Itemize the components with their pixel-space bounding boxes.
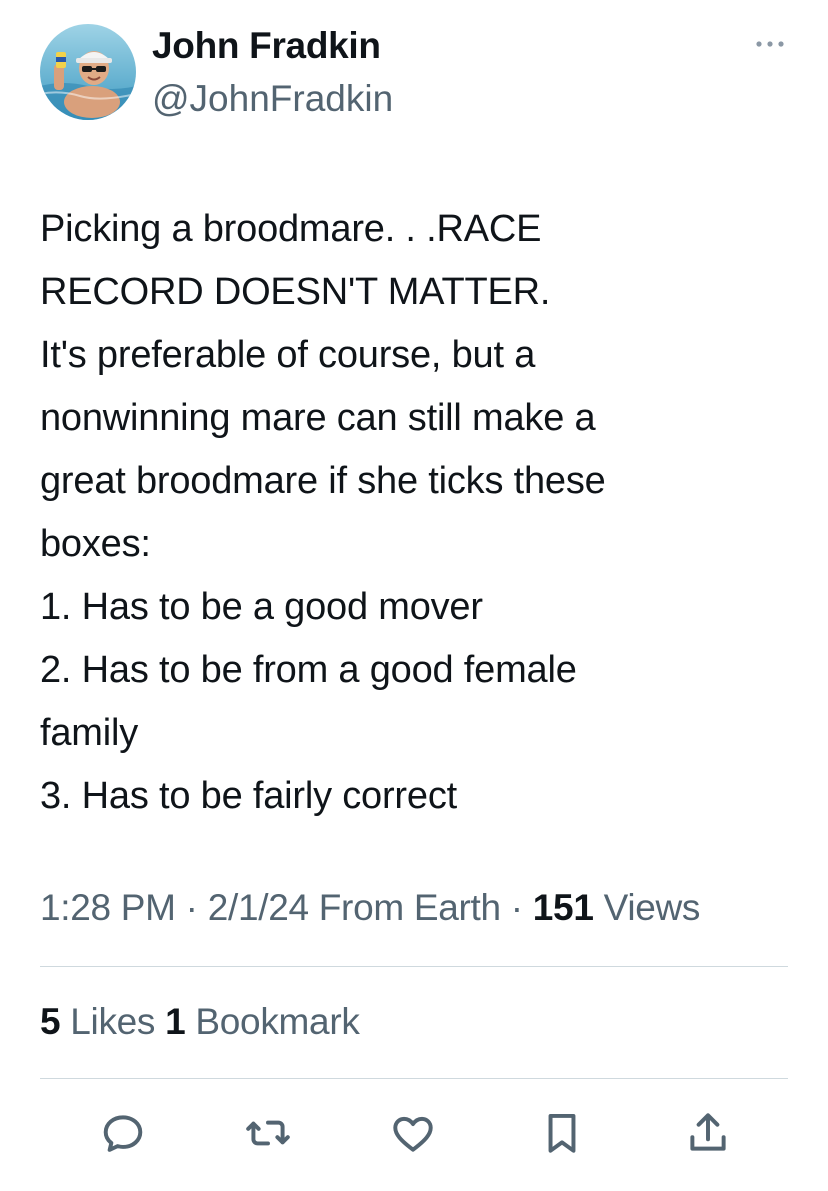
tweet-text-line: family (40, 712, 139, 754)
divider (40, 966, 788, 967)
bookmarks-count: 1 (165, 1001, 186, 1042)
more-horizontal-icon (756, 41, 784, 47)
tweet-text-line: 3. Has to be fairly correct (40, 775, 457, 817)
meta-separator: · (175, 887, 208, 928)
tweet-text-line: nonwinning mare can still make a (40, 397, 596, 439)
profile-photo-icon (40, 24, 136, 120)
meta-separator: · (500, 887, 533, 928)
avatar[interactable] (40, 24, 136, 120)
tweet-text-line: 1. Has to be a good mover (40, 586, 483, 628)
bookmarks-stat[interactable]: 1 Bookmark (165, 1001, 360, 1042)
reply-button[interactable] (98, 1108, 148, 1158)
author-handle[interactable]: @JohnFradkin (152, 77, 393, 121)
engagement-stats: 5 Likes 1 Bookmark (40, 997, 360, 1047)
retweet-icon (246, 1120, 290, 1146)
tweet-text-line: 2. Has to be from a good female (40, 649, 577, 691)
tweet-text-line: boxes: (40, 523, 151, 565)
tweet-detail: John Fradkin @JohnFradkin Picking a broo… (0, 0, 828, 1191)
tweet-meta: 1:28 PM · 2/1/24 From Earth · 151 Views (40, 883, 700, 933)
more-options-button[interactable] (750, 32, 790, 56)
share-icon (690, 1113, 726, 1151)
tweet-date[interactable]: 2/1/24 (208, 887, 309, 928)
bookmark-icon (548, 1113, 576, 1153)
views-label: Views (593, 887, 701, 928)
share-button[interactable] (683, 1108, 733, 1158)
likes-count: 5 (40, 1001, 61, 1042)
likes-stat[interactable]: 5 Likes (40, 1001, 165, 1042)
tweet-text: Picking a broodmare. . .RACE RECORD DOES… (40, 198, 800, 828)
author-display-name[interactable]: John Fradkin (152, 24, 381, 68)
tweet-source: From Earth (308, 887, 501, 928)
tweet-text-line: It's preferable of course, but a (40, 334, 536, 376)
tweet-text-line: RECORD DOESN'T MATTER. (40, 271, 551, 313)
tweet-time[interactable]: 1:28 PM (40, 887, 176, 928)
like-icon (393, 1116, 433, 1152)
bookmarks-label: Bookmark (185, 1001, 360, 1042)
bookmark-button[interactable] (537, 1108, 587, 1158)
retweet-button[interactable] (243, 1108, 293, 1158)
like-button[interactable] (388, 1108, 438, 1158)
views-count: 151 (532, 887, 594, 928)
reply-icon (103, 1115, 143, 1152)
tweet-text-line: great broodmare if she ticks these (40, 460, 606, 502)
divider (40, 1078, 788, 1079)
tweet-text-line: Picking a broodmare. . .RACE (40, 208, 542, 250)
likes-label: Likes (60, 1001, 166, 1042)
